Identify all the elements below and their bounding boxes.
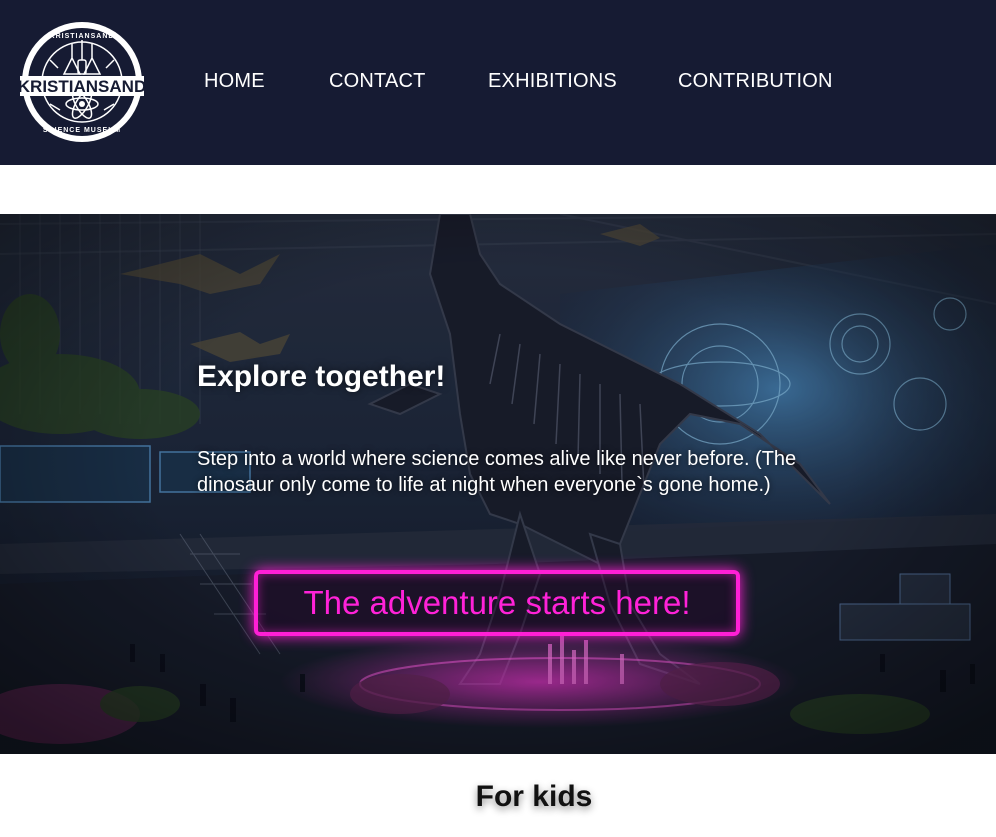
logo-top-text: KRISTIANSAND — [50, 33, 115, 40]
nav-item-exhibitions[interactable]: EXHIBITIONS — [488, 70, 617, 93]
adventure-cta-button[interactable]: The adventure starts here! — [254, 570, 740, 636]
nav-item-contribution[interactable]: CONTRIBUTION — [678, 70, 833, 93]
nav-item-home[interactable]: HOME — [204, 70, 265, 93]
hero-banner: Explore together! Step into a world wher… — [0, 214, 996, 754]
site-header: KRISTIANSAND KRISTIANSAND SCIENCE MUSEUM… — [0, 0, 996, 165]
main-nav: HOME CONTACT EXHIBITIONS CONTRIBUTION — [0, 70, 996, 96]
logo-bottom-text: SCIENCE MUSEUM — [43, 127, 121, 134]
nav-item-contact[interactable]: CONTACT — [329, 70, 426, 93]
hero-title: Explore together! — [197, 360, 446, 393]
hero-description: Step into a world where science comes al… — [197, 448, 797, 496]
section-title-for-kids: For kids — [475, 780, 593, 813]
